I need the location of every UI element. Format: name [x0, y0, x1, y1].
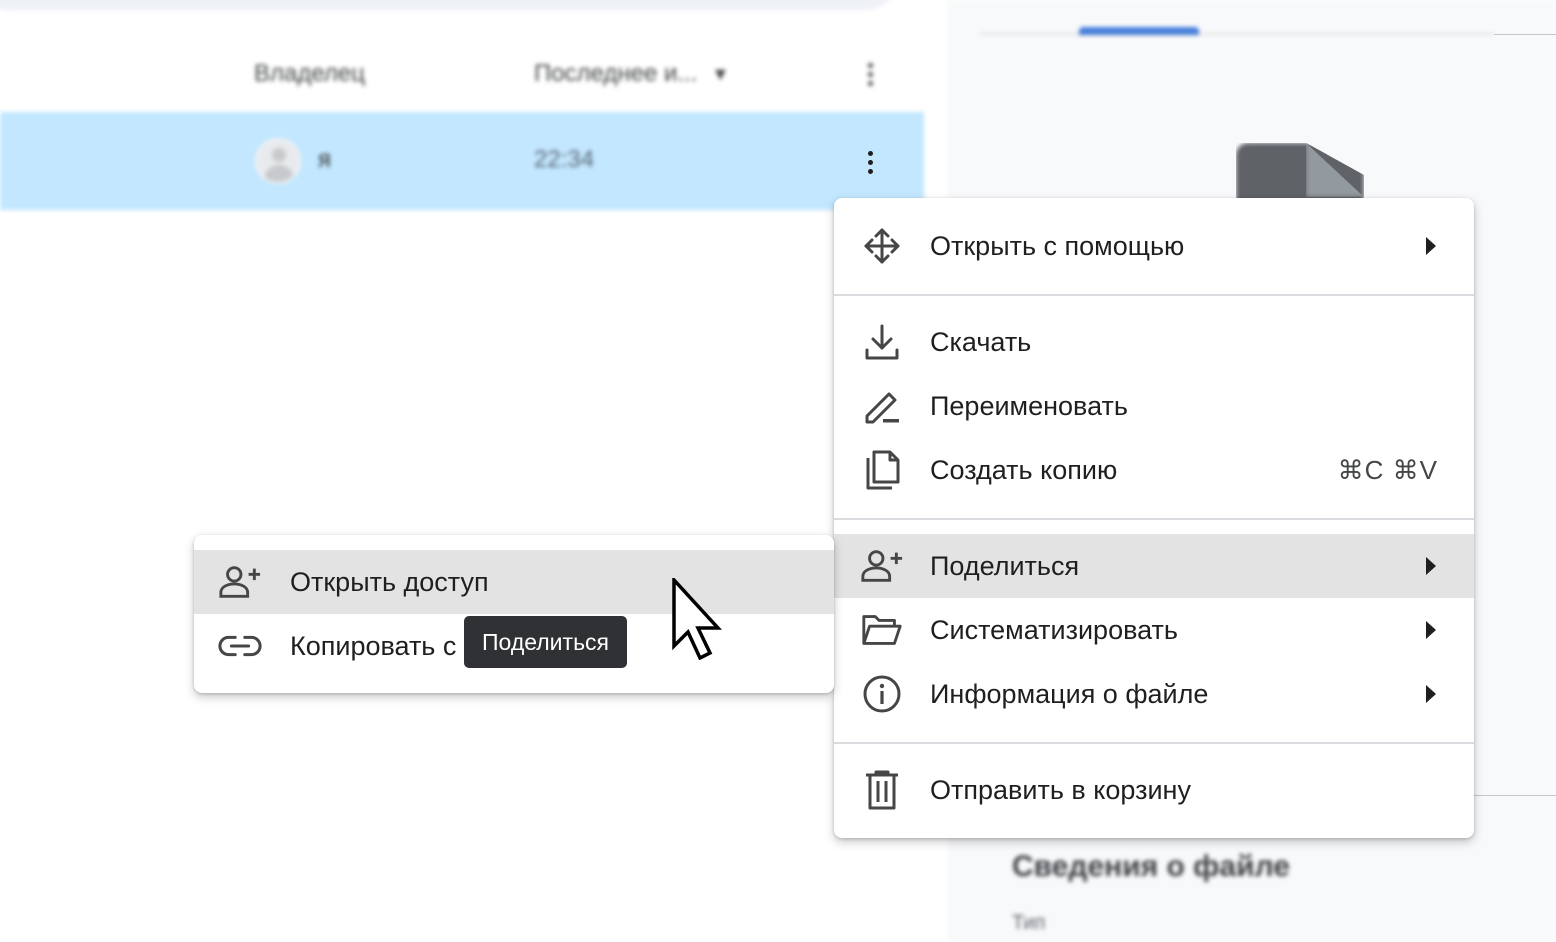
folder-open-icon	[860, 612, 904, 648]
modified-column-header[interactable]: Последнее и... ▼	[534, 58, 729, 90]
trash-icon	[860, 770, 904, 810]
menu-item-file-info[interactable]: Информация о файле	[834, 662, 1474, 726]
share-tooltip: Поделиться	[464, 616, 628, 668]
link-icon	[218, 628, 262, 664]
menu-divider	[834, 294, 1474, 296]
menu-item-share[interactable]: Поделиться	[834, 534, 1474, 598]
organize-label: Систематизировать	[930, 614, 1178, 645]
submenu-arrow-icon	[1426, 237, 1436, 255]
owner-column-header[interactable]: Владелец	[254, 58, 365, 90]
share-submenu: Открыть доступ Копировать с	[194, 535, 834, 693]
search-bar[interactable]	[0, 0, 895, 10]
details-section-title: Сведения о файле	[1012, 850, 1290, 883]
move-arrows-icon	[860, 228, 904, 264]
mouse-pointer-icon	[672, 578, 722, 660]
share-access-label: Открыть доступ	[290, 566, 489, 597]
file-context-menu: Открыть с помощью Скачать Переименовать	[834, 198, 1474, 838]
download-label: Скачать	[930, 326, 1032, 357]
menu-item-trash[interactable]: Отправить в корзину	[834, 758, 1474, 822]
info-icon	[860, 675, 904, 713]
panel-section-divider	[1474, 795, 1556, 796]
make-copy-label: Создать копию	[930, 454, 1118, 485]
menu-item-open-with[interactable]: Открыть с помощью	[834, 214, 1474, 278]
share-label: Поделиться	[930, 550, 1080, 581]
details-type-label: Тип	[1012, 912, 1046, 934]
person-add-icon	[218, 564, 262, 600]
sort-down-icon[interactable]: ▼	[711, 64, 729, 85]
submenu-arrow-icon	[1426, 557, 1436, 575]
rename-pencil-icon	[860, 388, 904, 424]
owner-column-label: Владелец	[254, 60, 366, 87]
menu-divider	[834, 742, 1474, 744]
open-with-label: Открыть с помощью	[930, 230, 1185, 261]
copy-link-label: Копировать с	[290, 630, 457, 661]
copy-icon	[860, 450, 904, 490]
selected-file-row[interactable]	[0, 112, 924, 210]
row-more-actions-icon[interactable]	[858, 140, 882, 184]
panel-divider	[1494, 34, 1556, 35]
rename-label: Переименовать	[930, 390, 1128, 421]
file-info-label: Информация о файле	[930, 678, 1209, 709]
submenu-arrow-icon	[1426, 685, 1436, 703]
menu-item-download[interactable]: Скачать	[834, 310, 1474, 374]
menu-item-make-copy[interactable]: Создать копию ⌘C ⌘V	[834, 438, 1474, 502]
menu-divider	[834, 518, 1474, 520]
panel-tab-indicator	[1079, 27, 1199, 35]
make-copy-shortcut: ⌘C ⌘V	[1337, 454, 1438, 485]
panel-tab-divider	[980, 33, 1494, 35]
modified-column-label: Последнее и...	[534, 60, 698, 87]
download-icon	[860, 324, 904, 360]
person-add-icon	[860, 548, 904, 584]
avatar	[255, 138, 301, 184]
menu-item-organize[interactable]: Систематизировать	[834, 598, 1474, 662]
trash-label: Отправить в корзину	[930, 774, 1191, 805]
owner-cell: я	[318, 146, 331, 173]
modified-cell: 22:34	[534, 146, 595, 173]
menu-item-rename[interactable]: Переименовать	[834, 374, 1474, 438]
column-options-icon[interactable]	[858, 58, 882, 90]
submenu-item-share-access[interactable]: Открыть доступ	[194, 550, 834, 614]
submenu-arrow-icon	[1426, 621, 1436, 639]
